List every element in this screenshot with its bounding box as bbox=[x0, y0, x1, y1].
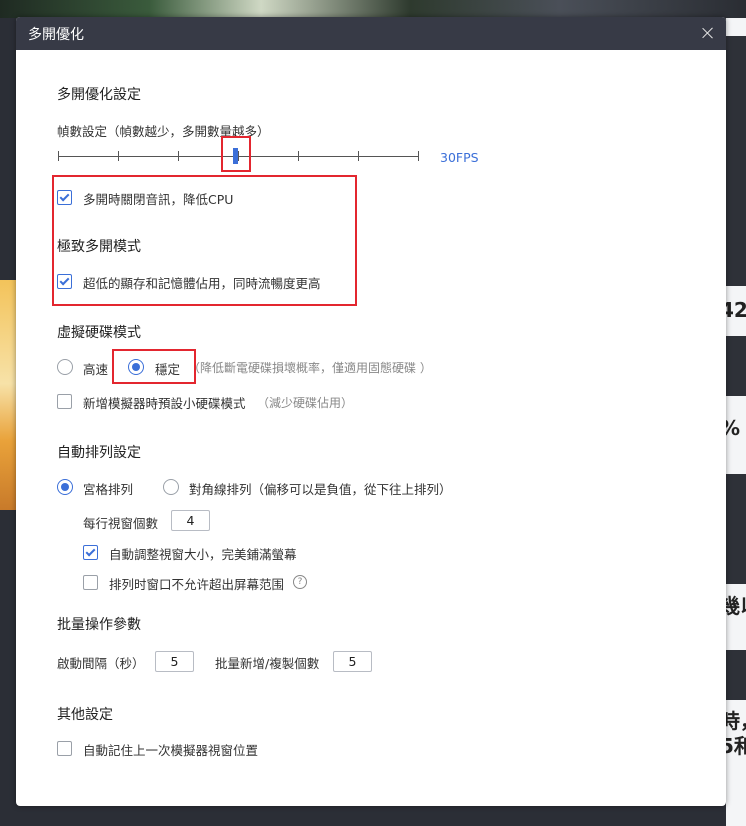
start-interval-input[interactable]: 5 bbox=[155, 651, 194, 672]
help-icon[interactable]: ? bbox=[293, 575, 307, 589]
fps-slider-tick bbox=[118, 151, 119, 161]
other-settings-heading: 其他設定 bbox=[57, 707, 113, 723]
diagonal-arrange-radio[interactable] bbox=[163, 479, 179, 495]
fps-slider-tick bbox=[178, 151, 179, 161]
highlight-box-slider bbox=[221, 136, 251, 172]
batch-count-input[interactable]: 5 bbox=[333, 651, 372, 672]
disk-fast-radio[interactable] bbox=[57, 359, 73, 375]
grid-arrange-radio[interactable] bbox=[57, 479, 73, 495]
multi-instance-optimization-dialog: 多開優化 多開優化設定 幀數設定（幀數越少，多開數量越多） 30FPS 多開時關… bbox=[16, 17, 726, 806]
optimization-heading: 多開優化設定 bbox=[57, 87, 141, 103]
per-row-input[interactable]: 4 bbox=[171, 510, 210, 531]
disk-stable-hint: （降低斷電硬碟損壞概率，僅適用固態硬碟 ） bbox=[188, 361, 432, 375]
close-icon[interactable] bbox=[698, 23, 718, 43]
diagonal-arrange-label: 對角線排列（偏移可以是負值，從下往上排列） bbox=[189, 482, 452, 497]
autosize-label: 自動調整視窗大小，完美鋪滿螢幕 bbox=[109, 547, 297, 562]
small-disk-hint: （減少硬碟佔用） bbox=[257, 396, 354, 410]
small-disk-label: 新增模擬器時預設小硬碟模式 bbox=[83, 396, 246, 411]
highlight-box-options bbox=[52, 175, 357, 306]
fps-value: 30FPS bbox=[440, 150, 479, 165]
no-overflow-checkbox[interactable] bbox=[83, 575, 98, 590]
grid-arrange-label: 宮格排列 bbox=[83, 482, 134, 497]
fps-slider-tick bbox=[298, 151, 299, 161]
autosize-checkbox[interactable] bbox=[83, 545, 98, 560]
highlight-box-stable bbox=[112, 349, 196, 384]
remember-position-checkbox[interactable] bbox=[57, 741, 72, 756]
per-row-label: 每行視窗個數 bbox=[83, 516, 159, 531]
small-disk-checkbox[interactable] bbox=[57, 394, 72, 409]
virtual-disk-heading: 虛擬硬碟模式 bbox=[57, 325, 141, 341]
batch-count-label: 批量新增/複製個數 bbox=[215, 656, 320, 671]
auto-arrange-heading: 自動排列設定 bbox=[57, 445, 141, 461]
remember-position-label: 自動記住上一次模擬器視窗位置 bbox=[83, 743, 259, 758]
start-interval-label: 啟動間隔（秒） bbox=[57, 656, 145, 671]
batch-heading: 批量操作參數 bbox=[57, 617, 141, 633]
background-banner bbox=[0, 0, 746, 18]
disk-fast-label: 高速 bbox=[83, 362, 109, 377]
no-overflow-label: 排列时窗口不允许超出屏幕范围 bbox=[109, 577, 285, 592]
dialog-titlebar: 多開優化 bbox=[16, 17, 726, 50]
dialog-title: 多開優化 bbox=[28, 27, 84, 43]
fps-slider-tick bbox=[418, 151, 419, 161]
fps-slider-tick bbox=[358, 151, 359, 161]
fps-slider-tick bbox=[58, 151, 59, 161]
